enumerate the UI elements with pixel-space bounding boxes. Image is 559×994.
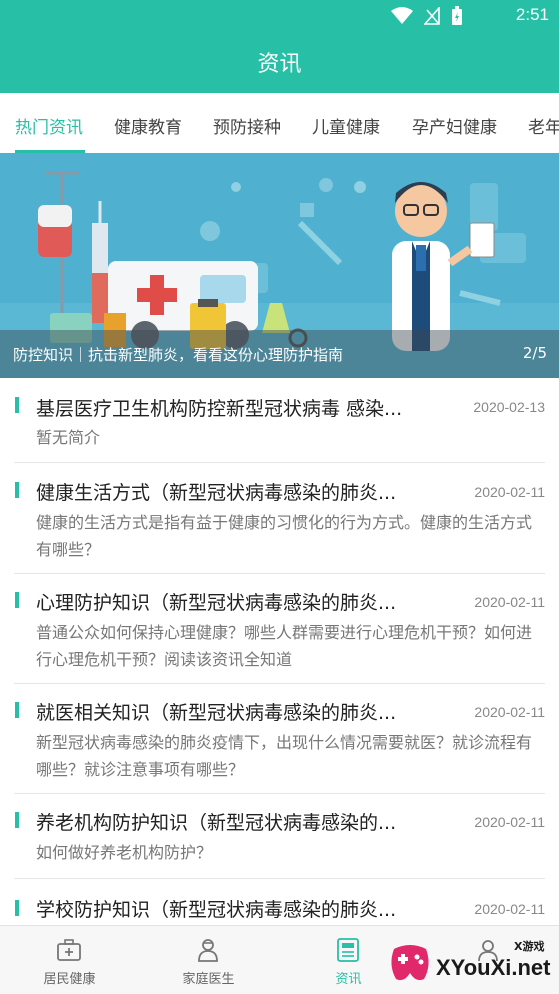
news-icon: [337, 938, 359, 962]
news-desc: 如何做好养老机构防护？: [36, 843, 213, 862]
news-desc: 健康的生活方式是指有益于健康的习惯化的行为方式。健康的生活方式有哪些？: [36, 513, 533, 559]
nav-label: 居民健康: [43, 972, 96, 987]
item-marker: [15, 482, 19, 498]
tab-child-health[interactable]: 儿童健康: [312, 113, 380, 138]
top-app-bar: 2:51 资讯: [0, 0, 559, 93]
status-icons: [391, 6, 463, 26]
watermark-text: XYouXi.net: [436, 955, 551, 980]
banner-pager: 2/5: [522, 344, 547, 362]
battery-icon: [452, 6, 462, 25]
news-date: 2020-02-11: [474, 901, 545, 917]
site-watermark: X游戏 XYouXi.net: [386, 936, 556, 990]
tab-maternal-health[interactable]: 孕产妇健康: [412, 113, 497, 138]
news-title: 就医相关知识（新型冠状病毒感染的肺炎...: [36, 702, 397, 724]
wifi-icon: [391, 7, 413, 24]
nav-label: 家庭医生: [182, 972, 235, 987]
news-item[interactable]: 健康生活方式（新型冠状病毒感染的肺炎... 2020-02-11 健康的生活方式…: [0, 463, 559, 573]
news-date: 2020-02-11: [474, 484, 545, 500]
news-title: 学校防护知识（新型冠状病毒感染的肺炎...: [36, 899, 397, 921]
news-desc: 新型冠状病毒感染的肺炎疫情下，出现什么情况需要就医？就诊流程有哪些？就诊注意事项…: [36, 733, 533, 779]
banner-caption: 防控知识｜抗击新型肺炎，看看这份心理防护指南: [13, 346, 344, 364]
doctor-icon: [198, 939, 218, 962]
status-bar: 2:51: [0, 0, 559, 34]
medical-kit-icon: [57, 939, 81, 961]
news-title: 心理防护知识（新型冠状病毒感染的肺炎...: [36, 592, 397, 614]
news-title: 健康生活方式（新型冠状病毒感染的肺炎...: [36, 482, 397, 504]
news-date: 2020-02-11: [474, 594, 545, 610]
banner-caption-bar: 防控知识｜抗击新型肺炎，看看这份心理防护指南 2/5: [0, 330, 559, 378]
news-date: 2020-02-11: [474, 704, 545, 720]
item-marker: [15, 592, 19, 608]
nav-family-doctor[interactable]: 家庭医生: [139, 926, 278, 994]
news-date: 2020-02-13: [473, 399, 545, 415]
news-item[interactable]: 养老机构防护知识（新型冠状病毒感染的... 2020-02-11 如何做好养老机…: [0, 794, 559, 878]
category-tabs: 热门资讯 健康教育 预防接种 儿童健康 孕产妇健康 老年: [0, 93, 559, 153]
tab-elderly[interactable]: 老年: [528, 113, 559, 138]
gamepad-logo-icon: [391, 945, 429, 981]
news-date: 2020-02-11: [474, 814, 545, 830]
tab-health-education[interactable]: 健康教育: [114, 113, 182, 138]
news-item[interactable]: 学校防护知识（新型冠状病毒感染的肺炎... 2020-02-11: [0, 879, 559, 925]
news-item[interactable]: 心理防护知识（新型冠状病毒感染的肺炎... 2020-02-11 普通公众如何保…: [0, 574, 559, 683]
tab-vaccination[interactable]: 预防接种: [213, 113, 281, 138]
page-title: 资讯: [257, 52, 302, 77]
news-item[interactable]: 基层医疗卫生机构防控新型冠状病毒 感染... 2020-02-13 暂无简介: [0, 378, 559, 461]
news-title: 基层医疗卫生机构防控新型冠状病毒 感染...: [36, 398, 403, 420]
news-desc: 普通公众如何保持心理健康？哪些人群需要进行心理危机干预？如何进行心理危机干预？阅…: [36, 623, 533, 669]
news-desc: 暂无简介: [36, 428, 101, 447]
status-time: 2:51: [515, 5, 549, 24]
news-title: 养老机构防护知识（新型冠状病毒感染的...: [36, 812, 397, 834]
item-marker: [15, 900, 19, 916]
item-marker: [15, 812, 19, 828]
watermark-small-text: X游戏: [514, 940, 545, 953]
item-marker: [15, 702, 19, 718]
news-item[interactable]: 就医相关知识（新型冠状病毒感染的肺炎... 2020-02-11 新型冠状病毒感…: [0, 684, 559, 793]
tab-hot-news[interactable]: 热门资讯: [15, 113, 83, 138]
no-signal-icon: [424, 7, 440, 25]
nav-resident-health[interactable]: 居民健康: [0, 926, 139, 994]
banner-carousel[interactable]: 防控知识｜抗击新型肺炎，看看这份心理防护指南 2/5: [0, 153, 559, 378]
item-marker: [15, 397, 19, 413]
